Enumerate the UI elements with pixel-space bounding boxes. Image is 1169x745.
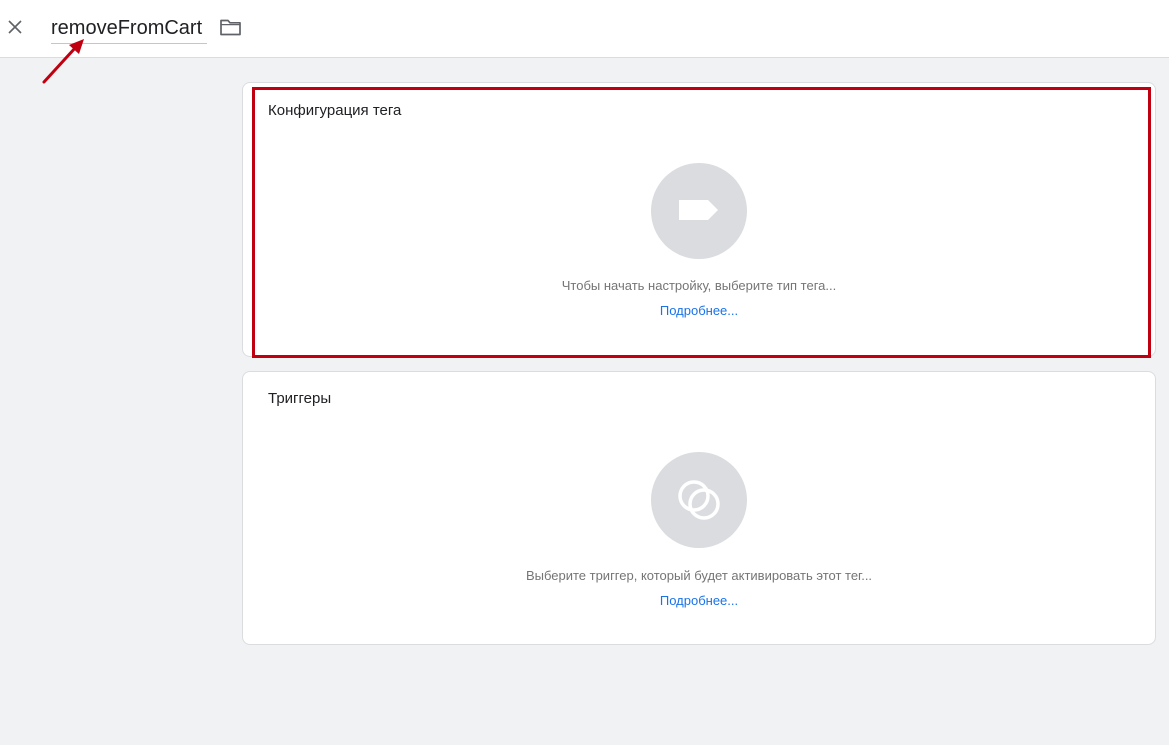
- close-icon[interactable]: [4, 16, 26, 38]
- tag-config-more-link[interactable]: Подробнее...: [660, 303, 738, 318]
- trigger-icon: [678, 480, 720, 520]
- tag-type-selector[interactable]: [651, 163, 747, 259]
- tag-config-hint: Чтобы начать настройку, выберите тип тег…: [561, 278, 837, 293]
- triggers-card[interactable]: Триггеры Выберите триггер, который будет…: [242, 371, 1156, 645]
- tag-config-title: Конфигурация тега: [268, 102, 402, 119]
- folder-icon[interactable]: [219, 16, 242, 38]
- triggers-title: Триггеры: [268, 390, 332, 407]
- trigger-selector[interactable]: [651, 452, 747, 548]
- tag-icon: [679, 200, 718, 220]
- header-bar: [0, 0, 1169, 58]
- triggers-more-link[interactable]: Подробнее...: [660, 593, 738, 608]
- tag-config-card[interactable]: Конфигурация тега Чтобы начать настройку…: [242, 82, 1156, 358]
- triggers-hint: Выберите триггер, который будет активиро…: [525, 568, 873, 583]
- tag-name-input[interactable]: [51, 14, 207, 44]
